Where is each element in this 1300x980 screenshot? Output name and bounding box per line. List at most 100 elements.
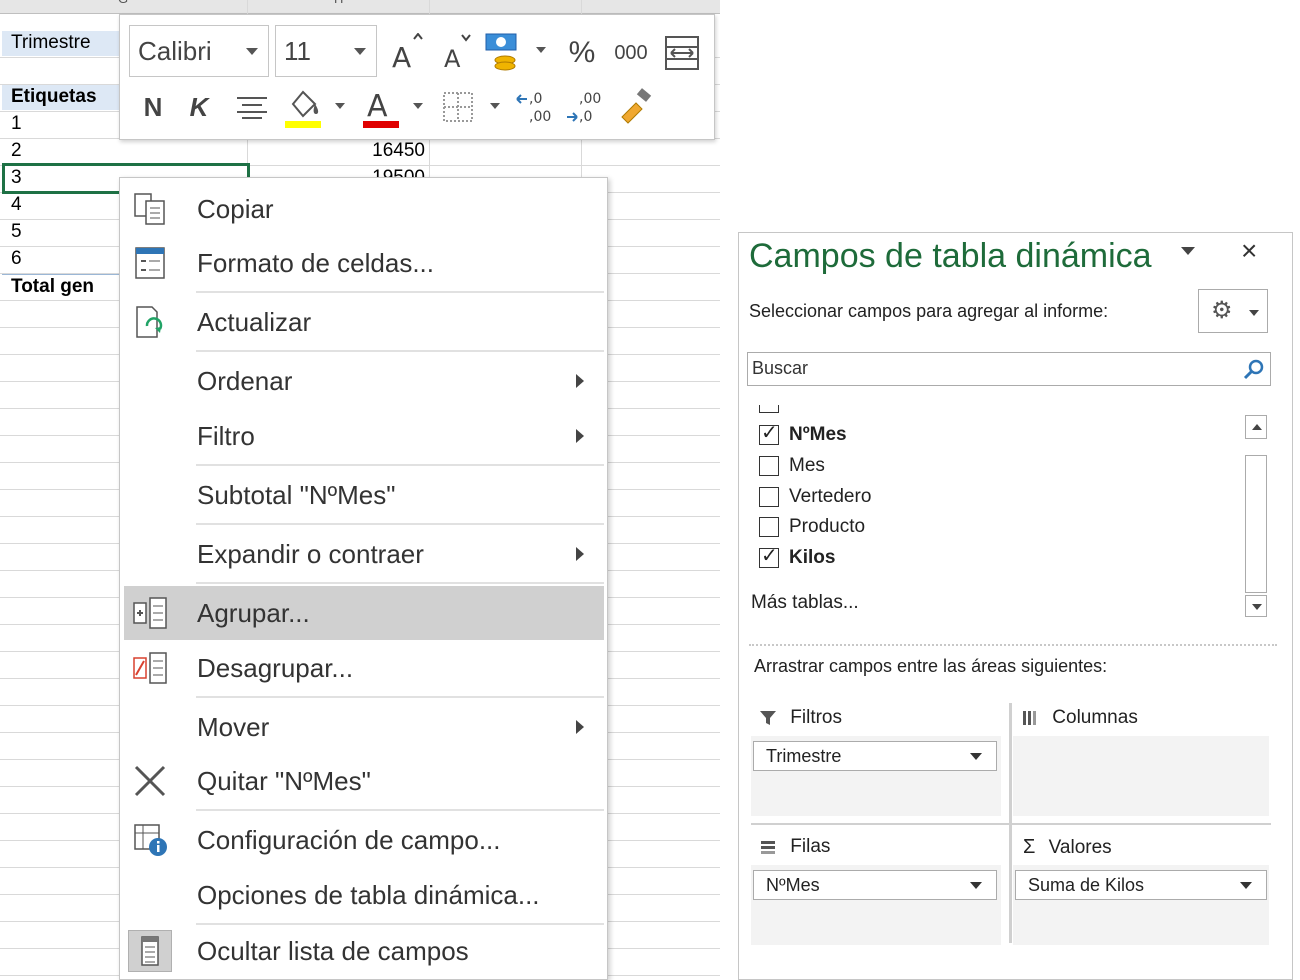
menu-item-label: Quitar "NºMes" [197, 766, 371, 796]
menu-item-move[interactable]: Mover [124, 700, 604, 754]
columns-drop-zone[interactable] [1013, 736, 1269, 816]
scroll-up-button[interactable] [1245, 415, 1267, 439]
italic-icon[interactable]: K [180, 85, 218, 129]
rows-chip[interactable]: NºMes [753, 870, 997, 900]
checkbox-kilos[interactable]: ✓ [759, 545, 779, 568]
values-chip[interactable]: Suma de Kilos [1015, 870, 1267, 900]
column-width-icon[interactable] [660, 31, 704, 75]
filters-chip[interactable]: Trimestre [753, 741, 997, 771]
decrease-decimal-icon[interactable]: ,00,0 [564, 85, 608, 129]
menu-item-refresh[interactable]: Actualizar [124, 295, 604, 349]
filter-icon [760, 710, 776, 725]
menu-item-pivot-options[interactable]: Opciones de tabla dinámica... [124, 868, 604, 922]
menu-item-ungroup[interactable]: Desagrupar... [124, 641, 604, 695]
menu-item-label: Opciones de tabla dinámica... [197, 880, 540, 910]
checkbox-vertedero[interactable] [759, 487, 779, 507]
decrease-font-size-icon[interactable]: A [438, 31, 478, 75]
chevron-down-icon[interactable] [490, 103, 500, 109]
menu-item-label: Filtro [197, 421, 255, 451]
menu-item-hide-field-list[interactable]: Ocultar lista de campos [124, 924, 604, 978]
tools-gear-button[interactable]: ⚙ [1198, 289, 1268, 333]
format-cells-icon [132, 246, 168, 280]
values-area-header: Σ Valores [1023, 836, 1112, 859]
chevron-down-icon[interactable] [335, 103, 345, 109]
chevron-down-icon[interactable] [413, 103, 423, 109]
menu-item-label: Desagrupar... [197, 653, 354, 683]
rows-chip-label: NºMes [766, 875, 820, 895]
row-label-cell[interactable]: 6 [11, 246, 22, 272]
checkbox-nmes[interactable]: ✓ [759, 422, 779, 445]
menu-item-expand-collapse[interactable]: Expandir o contraer [124, 527, 604, 581]
row-label-cell[interactable]: 1 [11, 111, 22, 137]
scroll-down-button[interactable] [1245, 595, 1267, 617]
menu-item-copy[interactable]: Copiar [124, 182, 604, 236]
row-label-cell[interactable]: 5 [11, 219, 22, 245]
chevron-down-icon [1252, 604, 1262, 610]
field-mes[interactable]: Mes [789, 455, 825, 477]
mini-toolbar: Calibri 11 A A % 000 N K A ,0 ,00 ,00 ,0 [119, 14, 715, 140]
search-input[interactable]: Buscar [747, 352, 1271, 386]
menu-separator [196, 582, 604, 584]
menu-item-label: Ocultar lista de campos [197, 936, 469, 966]
menu-item-field-settings[interactable]: Configuración de campo... [124, 813, 604, 867]
menu-item-remove-field[interactable]: Quitar "NºMes" [124, 754, 604, 808]
menu-separator [196, 809, 604, 811]
checkbox-mes[interactable] [759, 456, 779, 476]
menu-item-label: Subtotal "NºMes" [197, 480, 396, 510]
close-icon[interactable]: × [1241, 235, 1257, 267]
menu-item-group[interactable]: Agrupar... [124, 586, 604, 640]
column-letter-g: G [118, 0, 128, 12]
menu-item-label: Configuración de campo... [197, 825, 501, 855]
font-size-combo[interactable]: 11 [275, 25, 377, 77]
field-kilos[interactable]: Kilos [789, 547, 835, 569]
thousands-separator-icon[interactable]: 000 [610, 31, 652, 75]
increase-font-size-icon[interactable]: A [388, 31, 428, 75]
bold-icon[interactable]: N [134, 85, 172, 129]
field-producto[interactable]: Producto [789, 516, 865, 538]
borders-icon[interactable] [438, 87, 478, 127]
row-label-cell[interactable]: 4 [11, 192, 22, 218]
menu-item-label: Agrupar... [197, 598, 310, 628]
center-align-icon[interactable] [232, 85, 272, 129]
chevron-down-icon [1249, 310, 1259, 316]
values-chip-label: Suma de Kilos [1028, 875, 1145, 895]
fill-color-icon[interactable] [282, 83, 324, 131]
checkbox-producto[interactable] [759, 517, 779, 537]
percent-style-icon[interactable]: % [562, 31, 602, 75]
menu-item-format-cells[interactable]: Formato de celdas... [124, 236, 604, 290]
menu-item-subtotal[interactable]: Subtotal "NºMes" [124, 468, 604, 522]
pane-title: Campos de tabla dinámica [749, 237, 1152, 275]
font-name-combo[interactable]: Calibri [129, 25, 269, 77]
check-mark-icon: ✓ [761, 422, 778, 444]
menu-item-filter[interactable]: Filtro [124, 409, 604, 463]
pane-options-dropdown-icon[interactable] [1181, 247, 1195, 255]
svg-text:,00: ,00 [529, 109, 551, 125]
more-tables-link[interactable]: Más tablas... [751, 592, 859, 614]
trimestre-cell[interactable]: Trimestre [11, 30, 91, 56]
field-list-scrollbar[interactable] [1243, 415, 1269, 617]
increase-decimal-icon[interactable]: ,0,00 [514, 85, 558, 129]
chevron-down-icon[interactable] [536, 47, 546, 53]
value-cell[interactable]: 19500 [330, 165, 425, 177]
pane-divider [749, 644, 1277, 646]
menu-item-sort[interactable]: Ordenar [124, 354, 604, 408]
menu-separator [196, 350, 604, 352]
field-list[interactable]: ✓ NºMes Mes Vertedero Producto ✓ Kilos M… [747, 405, 1271, 621]
field-vertedero[interactable]: Vertedero [789, 486, 871, 508]
submenu-arrow-icon [576, 720, 584, 734]
accounting-format-icon[interactable] [482, 29, 526, 75]
rows-icon [761, 840, 775, 854]
scroll-thumb[interactable] [1245, 455, 1267, 593]
area-splitter-h [751, 823, 1271, 825]
field-nmes[interactable]: NºMes [789, 424, 847, 446]
row-label-cell[interactable]: 2 [11, 138, 22, 164]
chevron-down-icon [246, 48, 258, 55]
columns-label: Columnas [1052, 707, 1138, 728]
submenu-arrow-icon [576, 429, 584, 443]
total-general-cell[interactable]: Total gen [11, 274, 94, 300]
etiquetas-cell[interactable]: Etiquetas [11, 84, 97, 110]
submenu-arrow-icon [576, 547, 584, 561]
value-cell[interactable]: 16450 [330, 138, 425, 164]
font-color-icon[interactable]: A [360, 83, 402, 131]
format-painter-icon[interactable] [614, 85, 658, 129]
